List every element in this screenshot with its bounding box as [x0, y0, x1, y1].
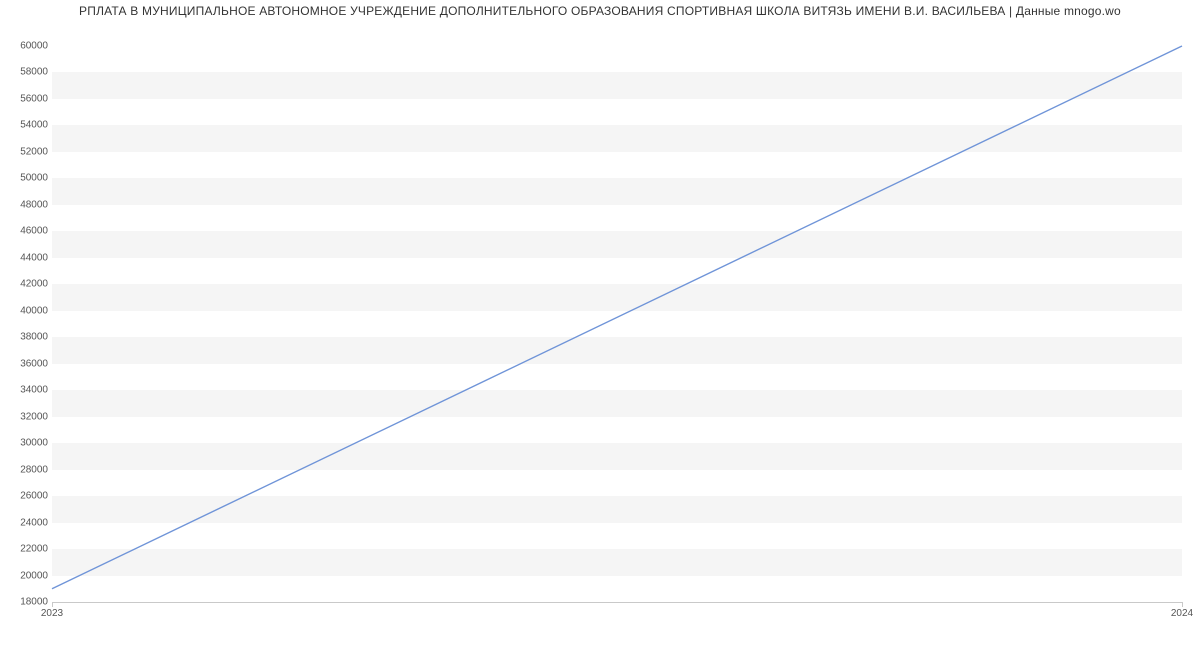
y-tick-label: 48000	[4, 199, 48, 210]
x-tick-label: 2024	[1171, 608, 1193, 619]
y-tick-label: 34000	[4, 385, 48, 396]
chart-container: 18000 20000 22000 24000 26000 28000 30000 32000…	[0, 18, 1200, 638]
y-tick-label: 52000	[4, 146, 48, 157]
y-tick-label: 24000	[4, 517, 48, 528]
y-tick-label: 18000	[4, 597, 48, 608]
y-tick-label: 56000	[4, 93, 48, 104]
y-tick-label: 30000	[4, 438, 48, 449]
series-line	[52, 46, 1182, 589]
y-tick-label: 20000	[4, 570, 48, 581]
y-tick-label: 40000	[4, 305, 48, 316]
y-tick-label: 36000	[4, 358, 48, 369]
y-tick-label: 46000	[4, 226, 48, 237]
y-tick-label: 42000	[4, 279, 48, 290]
y-tick-label: 32000	[4, 411, 48, 422]
y-tick-label: 60000	[4, 41, 48, 52]
x-tick-mark	[1182, 602, 1183, 607]
y-tick-label: 28000	[4, 464, 48, 475]
y-tick-label: 38000	[4, 332, 48, 343]
chart-title: РПЛАТА В МУНИЦИПАЛЬНОЕ АВТОНОМНОЕ УЧРЕЖД…	[0, 0, 1200, 18]
x-tick-label: 2023	[41, 608, 63, 619]
y-tick-label: 22000	[4, 544, 48, 555]
y-tick-label: 54000	[4, 120, 48, 131]
y-tick-label: 26000	[4, 491, 48, 502]
y-tick-label: 50000	[4, 173, 48, 184]
y-tick-label: 44000	[4, 252, 48, 263]
x-tick-mark	[52, 602, 53, 607]
plot-area	[52, 46, 1182, 603]
line-layer	[52, 46, 1182, 602]
y-tick-label: 58000	[4, 67, 48, 78]
